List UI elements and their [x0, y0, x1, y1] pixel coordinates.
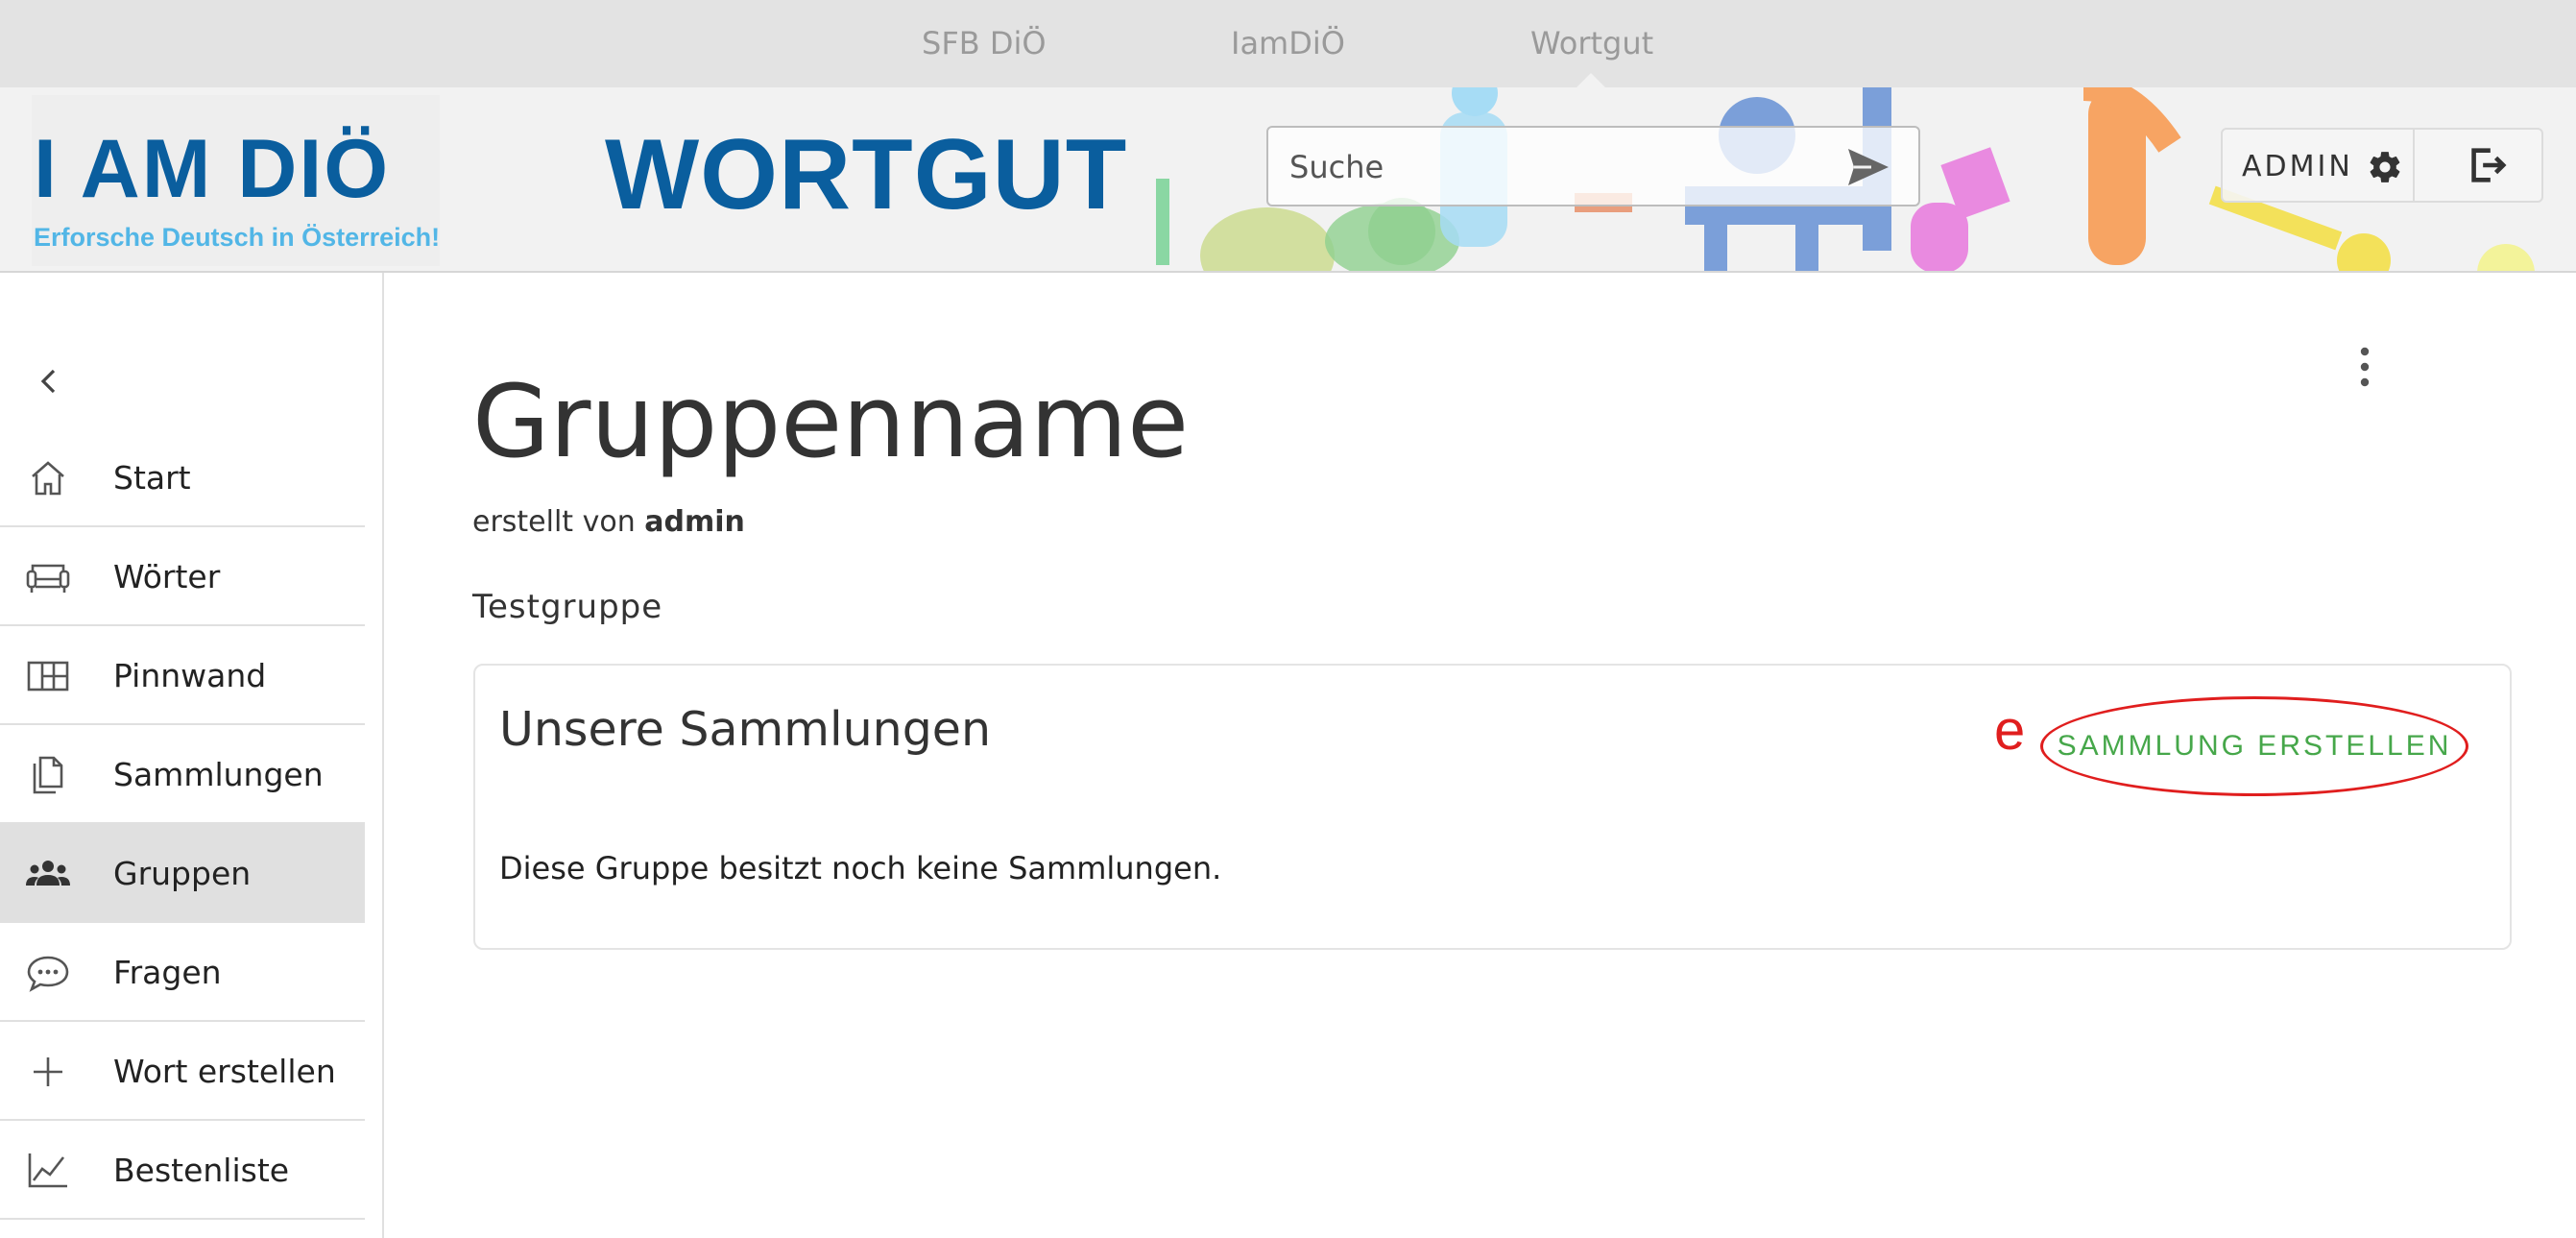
gear-icon[interactable] — [2367, 149, 2403, 185]
sidebar-item-label: Sammlungen — [113, 756, 324, 793]
collections-card: Unsere Sammlungen e SAMMLUNG ERSTELLEN D… — [473, 664, 2512, 950]
user-menu-divider — [2413, 130, 2415, 201]
plus-icon — [34, 1057, 62, 1086]
home-icon — [32, 461, 64, 496]
sidebar-item-label: Fragen — [113, 954, 222, 991]
created-by-line: erstellt von admin — [472, 505, 745, 539]
logo-subtitle: Erforsche Deutsch in Österreich! — [34, 223, 441, 252]
site-switcher-bar: SFB DiÖ IamDiÖ Wortgut — [0, 0, 2576, 87]
create-collection-label: SAMMLUNG ERSTELLEN — [2057, 730, 2452, 762]
sidebar-item-label: Bestenliste — [113, 1152, 290, 1189]
created-by-user: admin — [644, 505, 745, 539]
sidebar-item-gruppen[interactable]: Gruppen — [0, 824, 365, 923]
logout-icon[interactable] — [2465, 143, 2509, 187]
board-icon — [27, 661, 69, 692]
site-link-sfb-dio[interactable]: SFB DiÖ — [922, 25, 1047, 61]
sidebar-item-wort-erstellen[interactable]: Wort erstellen — [0, 1022, 365, 1121]
active-site-caret — [1577, 73, 1605, 87]
collections-title: Unsere Sammlungen — [499, 702, 992, 757]
send-icon[interactable] — [1846, 147, 1890, 187]
group-icon — [26, 861, 70, 886]
iamdio-logo[interactable]: I AM DIÖ Erforsche Deutsch in Österreich… — [32, 95, 440, 266]
group-description: Testgruppe — [472, 588, 663, 626]
created-by-prefix: erstellt von — [472, 505, 636, 539]
app-title: WORTGUT — [605, 119, 1128, 231]
chart-line-icon — [28, 1153, 67, 1188]
site-link-wortgut[interactable]: Wortgut — [1530, 25, 1653, 61]
sidebar-item-label: Wörter — [113, 558, 221, 595]
sidebar-item-label: Start — [113, 459, 191, 497]
app-header: I AM DIÖ Erforsche Deutsch in Österreich… — [0, 87, 2576, 273]
logo-title: I AM DIÖ — [34, 123, 391, 215]
sidebar-item-sammlungen[interactable]: Sammlungen — [0, 725, 365, 824]
sidebar-item-bestenliste[interactable]: Bestenliste — [0, 1121, 365, 1220]
collections-empty-message: Diese Gruppe besitzt noch keine Sammlung… — [499, 850, 1222, 886]
page-title: Gruppenname — [472, 363, 1190, 480]
sidebar-item-pinnwand[interactable]: Pinnwand — [0, 626, 365, 725]
sidebar-item-label: Pinnwand — [113, 657, 267, 694]
sidebar: Start Wörter Pinnwand Sammlungen Gruppen… — [0, 273, 384, 1238]
sofa-icon — [26, 564, 70, 593]
site-link-iamdio[interactable]: IamDiÖ — [1231, 25, 1345, 61]
chat-bubble-icon — [27, 956, 69, 992]
user-menu: ADMIN — [2221, 128, 2543, 203]
search-input[interactable] — [1288, 141, 1825, 193]
sidebar-item-woerter[interactable]: Wörter — [0, 527, 365, 626]
chevron-left-icon[interactable] — [33, 365, 65, 398]
user-admin-link[interactable]: ADMIN — [2242, 150, 2353, 183]
more-options-icon[interactable] — [2350, 342, 2379, 396]
sidebar-item-start[interactable]: Start — [0, 428, 365, 527]
create-collection-button[interactable]: SAMMLUNG ERSTELLEN — [2040, 696, 2468, 796]
sidebar-item-fragen[interactable]: Fragen — [0, 923, 365, 1022]
sidebar-item-label: Gruppen — [113, 855, 252, 892]
search-box — [1266, 126, 1920, 206]
documents-icon — [33, 756, 63, 794]
annotation-marker: e — [1994, 699, 2026, 762]
sidebar-item-label: Wort erstellen — [113, 1053, 336, 1090]
